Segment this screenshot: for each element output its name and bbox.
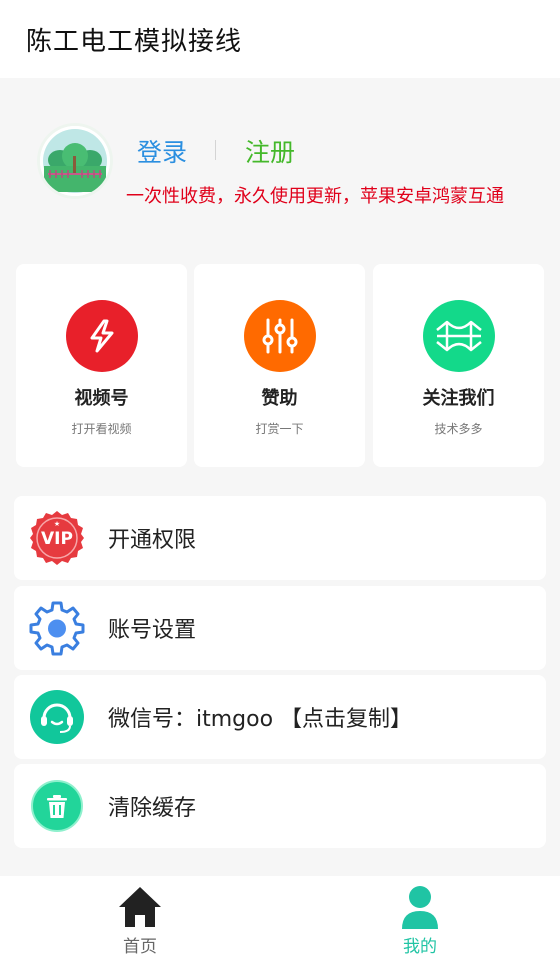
svg-text:VIP: VIP <box>41 529 73 549</box>
card-subtitle: 技术多多 <box>434 422 483 436</box>
app-header: 陈工电工模拟接线 <box>0 0 560 78</box>
register-link[interactable]: 注册 <box>245 133 295 169</box>
bottom-tab-bar: 首页 我的 <box>0 876 560 962</box>
video-channel-card[interactable]: 视频号 打开看视频 <box>16 264 187 467</box>
sliders-icon <box>243 300 316 372</box>
menu-item-label: 开通权限 <box>108 528 197 553</box>
menu-item-vip[interactable]: VIP ★ 开通权限 <box>14 496 546 580</box>
sponsor-card[interactable]: 赞助 打赏一下 <box>194 264 365 467</box>
login-link[interactable]: 登录 <box>137 133 187 169</box>
tab-mine[interactable]: 我的 <box>280 876 560 962</box>
card-title: 赞助 <box>261 388 298 409</box>
follow-us-card[interactable]: 关注我们 技术多多 <box>373 264 544 467</box>
avatar[interactable] <box>40 126 110 196</box>
headset-icon <box>28 688 86 746</box>
menu-item-wechat-copy[interactable]: 微信号：itmgoo 【点击复制】 <box>14 675 546 759</box>
menu-item-label: 清除缓存 <box>108 796 197 821</box>
menu-item-account-settings[interactable]: 账号设置 <box>14 586 546 670</box>
profile-section: 登录 注册 一次性收费，永久使用更新，苹果安卓鸿蒙互通 <box>0 78 560 258</box>
menu-item-label: 账号设置 <box>108 618 197 643</box>
menu-item-clear-cache[interactable]: 清除缓存 <box>14 764 546 848</box>
card-title: 视频号 <box>74 388 129 409</box>
lightning-icon <box>65 300 138 372</box>
svg-text:★: ★ <box>54 520 60 528</box>
tab-home[interactable]: 首页 <box>0 876 280 962</box>
page-title: 陈工电工模拟接线 <box>26 26 243 57</box>
landscape-avatar-icon <box>40 126 110 196</box>
vip-badge-icon: VIP ★ <box>28 509 86 567</box>
home-icon <box>117 884 163 930</box>
trash-icon <box>28 777 86 835</box>
feature-cards: 视频号 打开看视频 赞助 打赏一下 关注我们 技术多多 <box>16 264 544 467</box>
card-subtitle: 打赏一下 <box>255 422 304 436</box>
bridge-icon <box>422 300 495 372</box>
gear-icon <box>28 599 86 657</box>
tab-label: 首页 <box>123 937 157 957</box>
menu-item-label: 微信号：itmgoo 【点击复制】 <box>108 707 413 732</box>
card-subtitle: 打开看视频 <box>71 422 132 436</box>
card-title: 关注我们 <box>422 388 495 409</box>
login-register-divider <box>215 140 216 160</box>
person-icon <box>397 884 443 930</box>
tab-label: 我的 <box>403 937 437 957</box>
promo-text: 一次性收费，永久使用更新，苹果安卓鸿蒙互通 <box>126 186 504 207</box>
